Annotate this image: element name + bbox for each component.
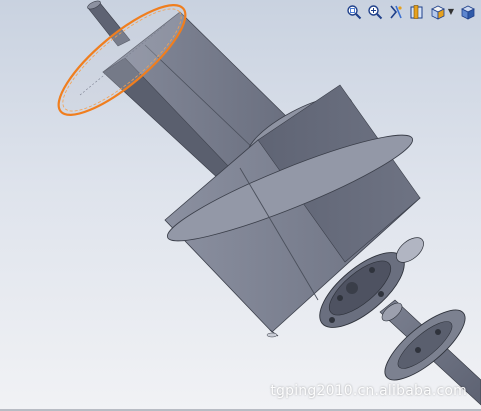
zoom-to-fit-icon (347, 5, 362, 20)
view-orientation-icon (430, 5, 445, 20)
view-orientation-dropdown-icon[interactable]: ▼ (448, 3, 454, 21)
cad-model-view[interactable] (0, 0, 481, 411)
section-view-button[interactable] (408, 3, 426, 21)
display-style-icon (461, 5, 475, 20)
display-style-button[interactable] (459, 3, 477, 21)
heads-up-view-toolbar: ▼ (345, 2, 477, 22)
zoom-to-area-button[interactable] (366, 3, 384, 21)
zoom-to-area-icon (368, 5, 383, 20)
watermark-text: tgping2010.cn.alibaba.com (270, 383, 467, 399)
section-view-icon (410, 5, 423, 19)
previous-view-icon (390, 5, 402, 19)
zoom-to-fit-button[interactable] (345, 3, 363, 21)
view-orientation-button[interactable] (429, 3, 447, 21)
graphics-viewport[interactable]: ▼ tgping2010.cn.alibaba.com (0, 0, 481, 411)
previous-view-button[interactable] (387, 3, 405, 21)
